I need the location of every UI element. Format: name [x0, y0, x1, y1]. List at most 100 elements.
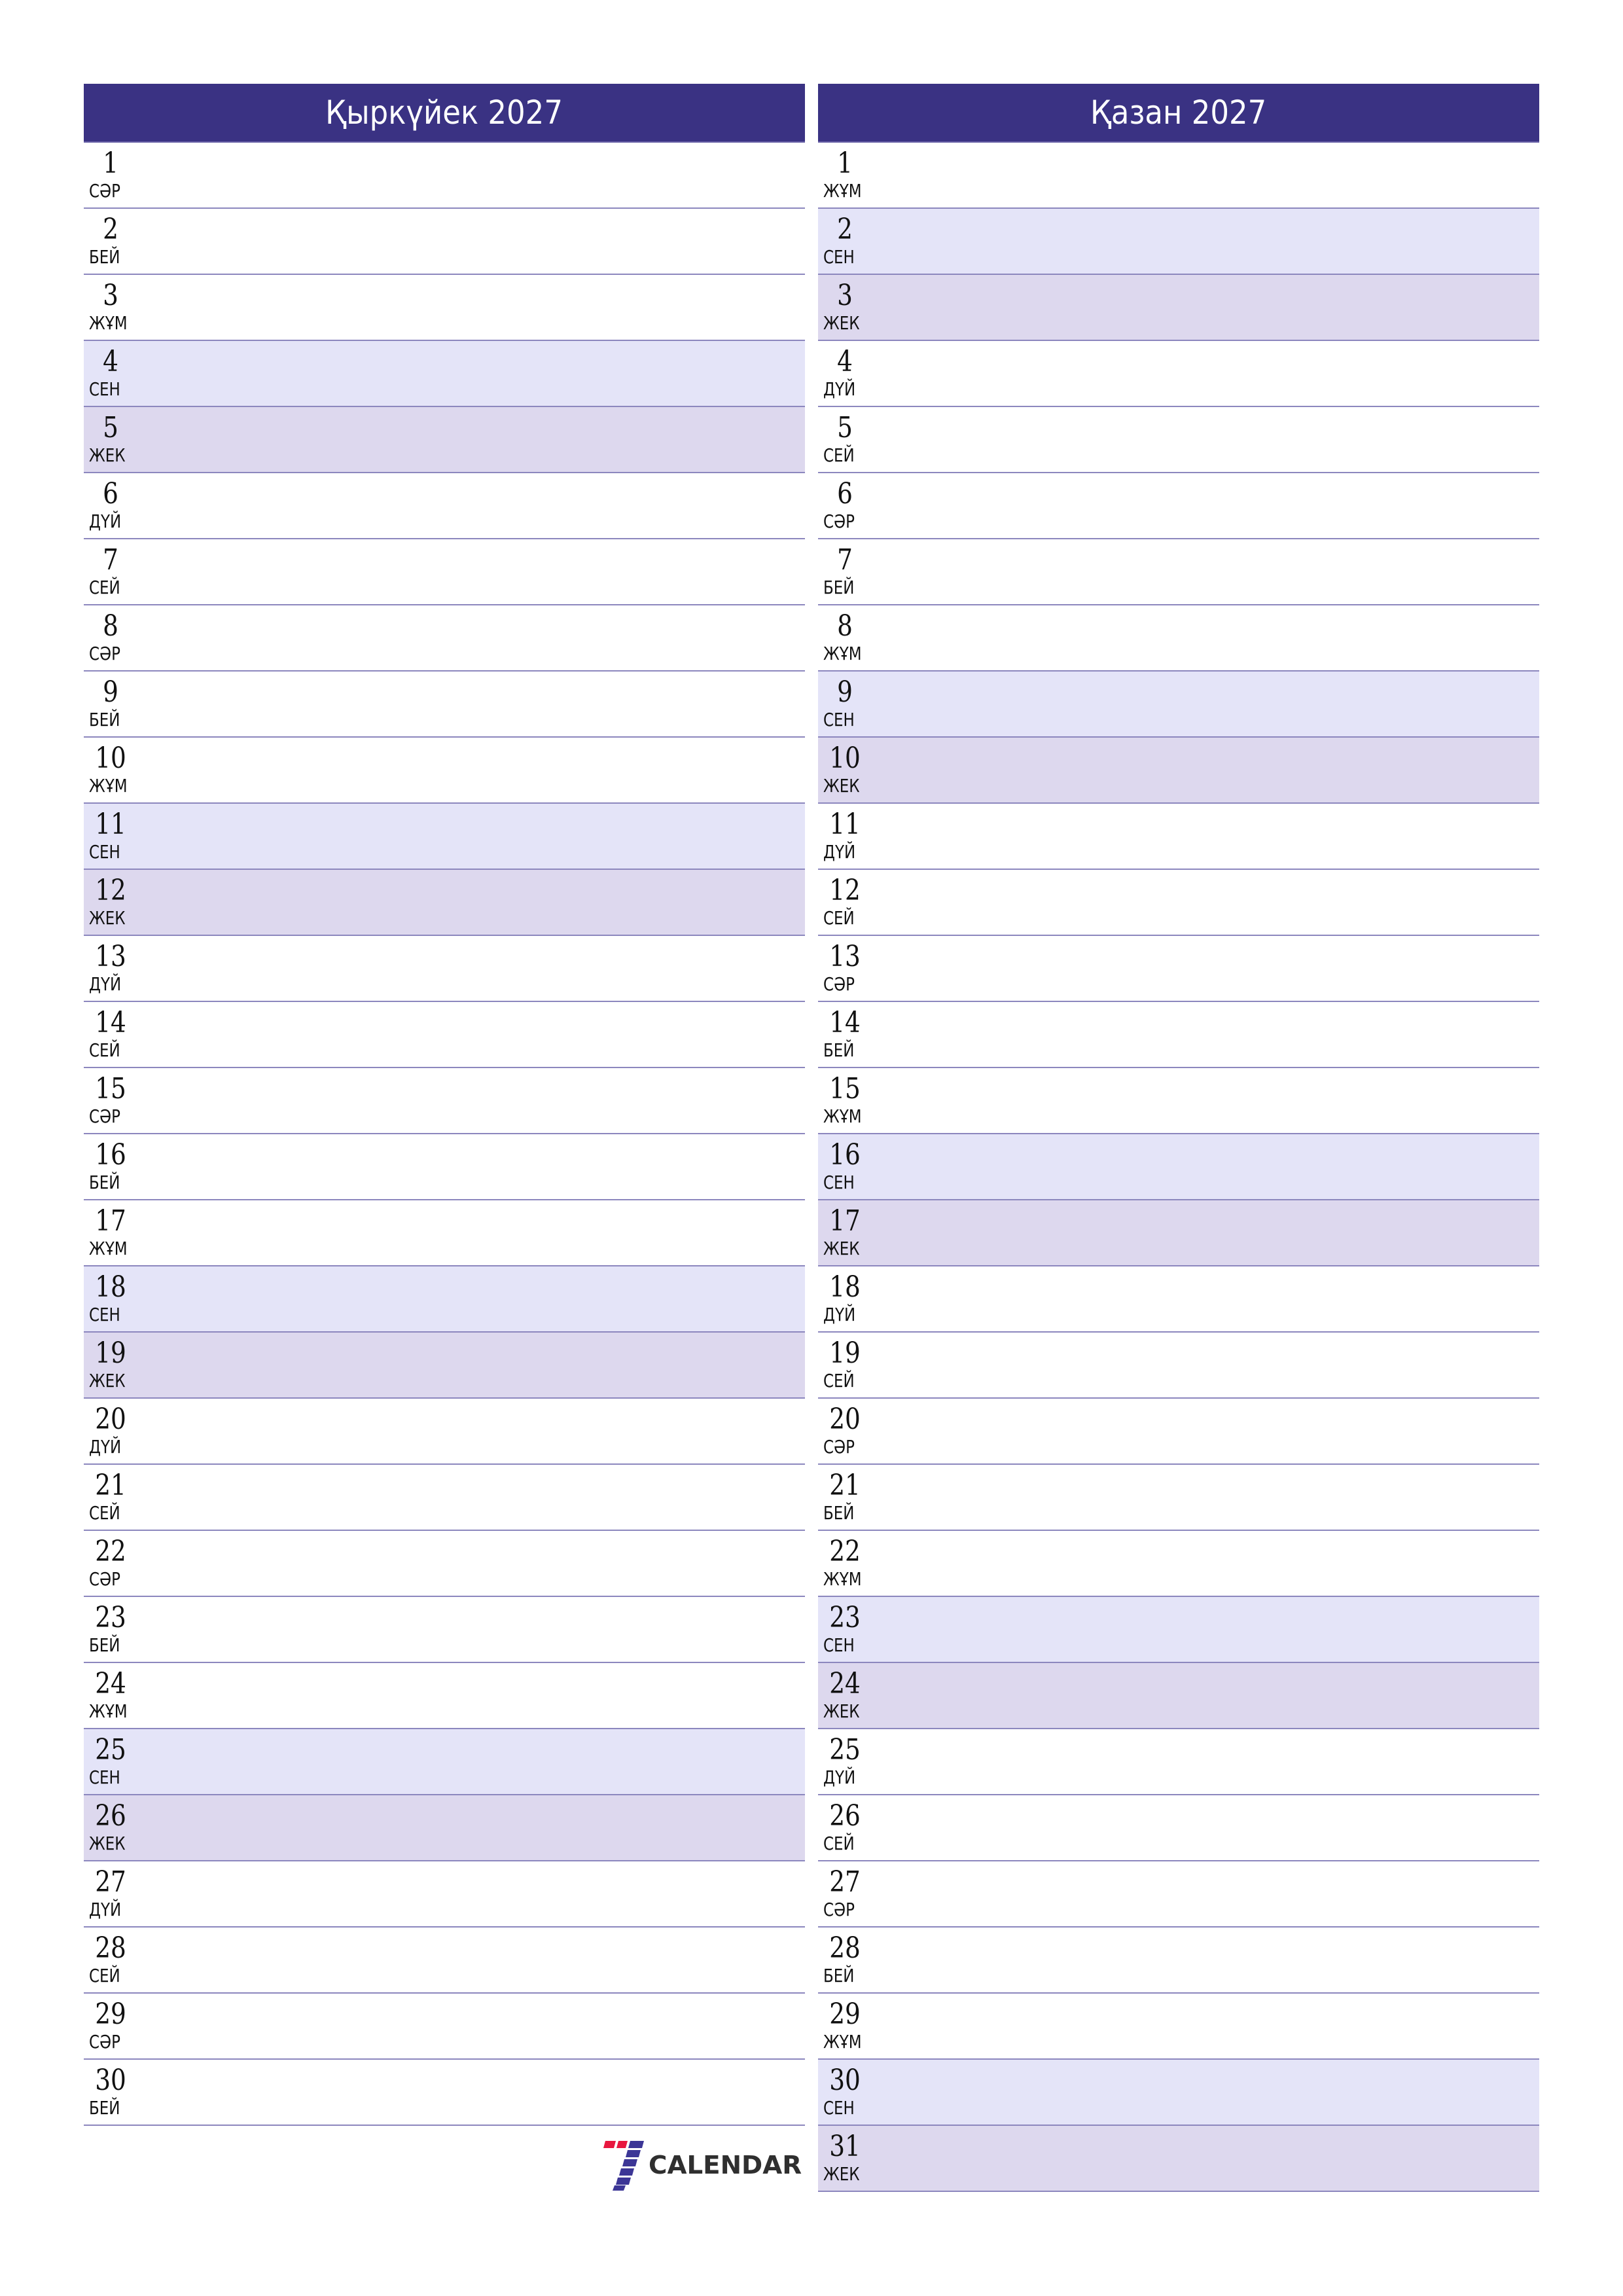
day-number: 10 — [95, 742, 126, 775]
day-row: 20 ДҮЙ — [84, 1399, 805, 1465]
day-row: 26 СЕЙ — [818, 1795, 1539, 1861]
weekday-label: БЕЙ — [89, 1634, 120, 1656]
month-september: Қыркүйек 2027 1 СӘР 2 БЕЙ 3 ЖҰМ 4 СЕН 5 ЖЕК 6 ДҮЙ 7 С… — [84, 84, 805, 2126]
day-row: 15 СӘР — [84, 1068, 805, 1134]
weekday-label: СӘР — [89, 2031, 120, 2053]
day-list: 1 ЖҰМ 2 СЕН 3 ЖЕК 4 ДҮЙ 5 СЕЙ 6 СӘР 7 БЕЙ 8 ЖҰМ 9 СЕН 10 ЖЕ… — [818, 143, 1539, 2192]
weekday-label: СӘР — [89, 1105, 120, 1127]
seven-calendar-logo-icon — [603, 2141, 644, 2191]
day-list: 1 СӘР 2 БЕЙ 3 ЖҰМ 4 СЕН 5 ЖЕК 6 ДҮЙ 7 СЕЙ 8 СӘР 9 БЕЙ 10 ЖҰ… — [84, 143, 805, 2126]
day-row: 13 СӘР — [818, 936, 1539, 1002]
day-number: 27 — [829, 1865, 861, 1899]
day-number: 22 — [829, 1535, 861, 1568]
day-row: 27 ДҮЙ — [84, 1861, 805, 1928]
day-number: 18 — [95, 1270, 126, 1304]
weekday-label: СӘР — [823, 511, 855, 532]
day-number: 29 — [829, 1998, 861, 2031]
day-number: 14 — [829, 1006, 861, 1039]
day-row: 3 ЖҰМ — [84, 275, 805, 341]
day-row: 30 СЕН — [818, 2060, 1539, 2126]
day-number: 8 — [837, 609, 853, 643]
day-number: 3 — [837, 279, 853, 312]
day-number: 15 — [95, 1072, 126, 1105]
day-number: 6 — [103, 477, 118, 511]
day-number: 14 — [95, 1006, 126, 1039]
day-number: 25 — [829, 1733, 861, 1767]
day-row: 28 СЕЙ — [84, 1928, 805, 1994]
month-title: Қазан 2027 — [1090, 94, 1267, 132]
weekday-label: БЕЙ — [89, 709, 120, 730]
weekday-label: СЕЙ — [89, 1039, 120, 1061]
day-row: 14 БЕЙ — [818, 1002, 1539, 1068]
weekday-label: СЕЙ — [89, 1965, 120, 1986]
day-row: 18 ДҮЙ — [818, 1266, 1539, 1333]
weekday-label: ДҮЙ — [823, 1304, 856, 1325]
day-row: 19 СЕЙ — [818, 1333, 1539, 1399]
month-header: Қыркүйек 2027 — [84, 84, 805, 143]
weekday-label: ЖҰМ — [89, 1238, 128, 1259]
day-row: 21 СЕЙ — [84, 1465, 805, 1531]
day-number: 21 — [829, 1469, 861, 1502]
weekday-label: ЖЕК — [89, 907, 126, 929]
weekday-label: СЕЙ — [89, 1502, 120, 1524]
day-number: 19 — [829, 1336, 861, 1370]
day-number: 11 — [95, 808, 126, 841]
day-number: 12 — [95, 874, 126, 907]
day-number: 5 — [103, 411, 118, 444]
day-row: 16 СЕН — [818, 1134, 1539, 1200]
day-number: 21 — [95, 1469, 126, 1502]
weekday-label: БЕЙ — [89, 1172, 120, 1193]
weekday-label: СЕЙ — [823, 1370, 855, 1391]
day-row: 8 СӘР — [84, 605, 805, 672]
day-row: 5 СЕЙ — [818, 407, 1539, 473]
day-row: 26 ЖЕК — [84, 1795, 805, 1861]
day-row: 25 ДҮЙ — [818, 1729, 1539, 1795]
day-number: 28 — [95, 1931, 126, 1965]
day-row: 24 ЖЕК — [818, 1663, 1539, 1729]
day-row: 17 ЖҰМ — [84, 1200, 805, 1266]
day-row: 16 БЕЙ — [84, 1134, 805, 1200]
weekday-label: БЕЙ — [89, 2097, 120, 2119]
day-number: 17 — [95, 1204, 126, 1238]
day-number: 13 — [829, 940, 861, 973]
day-number: 2 — [837, 213, 853, 246]
day-row: 4 СЕН — [84, 341, 805, 407]
weekday-label: СЕН — [823, 709, 855, 730]
weekday-label: ЖҰМ — [823, 2031, 862, 2053]
weekday-label: ЖЕК — [89, 1370, 126, 1391]
weekday-label: СЕН — [823, 1172, 855, 1193]
day-row: 10 ЖЕК — [818, 738, 1539, 804]
day-number: 12 — [829, 874, 861, 907]
day-row: 22 ЖҰМ — [818, 1531, 1539, 1597]
weekday-label: БЕЙ — [823, 1502, 855, 1524]
day-number: 16 — [95, 1138, 126, 1172]
weekday-label: ЖЕК — [823, 775, 860, 797]
day-number: 25 — [95, 1733, 126, 1767]
day-row: 13 ДҮЙ — [84, 936, 805, 1002]
weekday-label: БЕЙ — [823, 1039, 855, 1061]
day-row: 29 СӘР — [84, 1994, 805, 2060]
day-row: 2 СЕН — [818, 209, 1539, 275]
day-number: 9 — [103, 675, 118, 709]
day-row: 1 СӘР — [84, 143, 805, 209]
weekday-label: СЕН — [89, 841, 120, 863]
day-number: 24 — [95, 1667, 126, 1700]
day-row: 7 СЕЙ — [84, 539, 805, 605]
weekday-label: ЖҰМ — [89, 1700, 128, 1722]
day-number: 1 — [837, 147, 853, 180]
day-number: 30 — [829, 2064, 861, 2097]
day-number: 8 — [103, 609, 118, 643]
day-number: 11 — [829, 808, 861, 841]
weekday-label: ЖҰМ — [89, 775, 128, 797]
weekday-label: ЖЕК — [823, 2163, 860, 2185]
day-row: 20 СӘР — [818, 1399, 1539, 1465]
month-title: Қыркүйек 2027 — [325, 94, 563, 132]
weekday-label: ЖҰМ — [823, 643, 862, 664]
day-row: 15 ЖҰМ — [818, 1068, 1539, 1134]
day-number: 17 — [829, 1204, 861, 1238]
day-number: 6 — [837, 477, 853, 511]
day-number: 1 — [103, 147, 118, 180]
day-row: 31 ЖЕК — [818, 2126, 1539, 2192]
day-row: 11 СЕН — [84, 804, 805, 870]
logo-red-block — [603, 2141, 616, 2148]
